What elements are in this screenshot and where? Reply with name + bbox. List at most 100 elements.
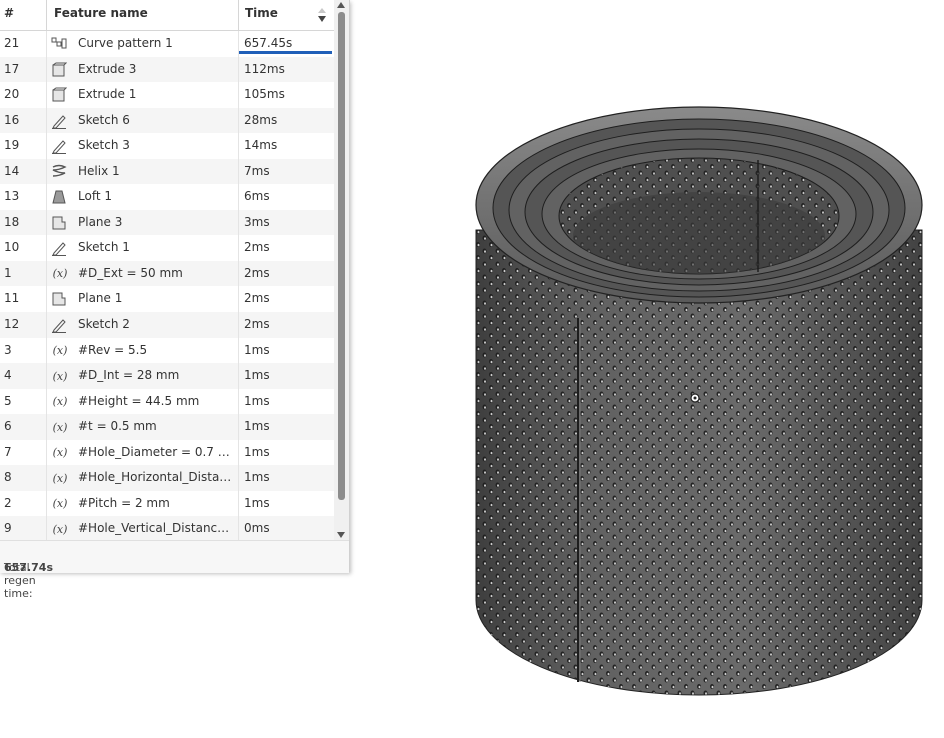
- table-row[interactable]: 17 Extrude 3 112ms: [0, 56, 334, 83]
- table-row[interactable]: 10 Sketch 1 2ms: [0, 235, 334, 261]
- feature-name: Sketch 3: [78, 138, 130, 153]
- feature-time: 1ms: [244, 419, 270, 434]
- row-number: 3: [4, 342, 12, 357]
- row-number: 6: [4, 419, 12, 434]
- graphics-viewport[interactable]: [350, 0, 944, 734]
- feature-time: 28ms: [244, 112, 278, 127]
- feature-time: 1ms: [244, 342, 270, 357]
- column-header-time-label: Time: [245, 6, 278, 20]
- row-number: 18: [4, 214, 20, 229]
- row-number: 1: [4, 265, 12, 280]
- row-number: 16: [4, 112, 20, 127]
- table-row[interactable]: 11 Plane 1 2ms: [0, 286, 334, 313]
- feature-name: Extrude 1: [78, 87, 137, 102]
- curve-pattern-icon: [51, 36, 67, 52]
- variable-icon: (x): [52, 471, 68, 485]
- variable-icon: (x): [52, 344, 68, 358]
- column-header-feature-name[interactable]: Feature name: [46, 0, 238, 30]
- feature-name: Plane 3: [78, 214, 123, 229]
- feature-name: #D_Ext = 50 mm: [78, 265, 183, 280]
- column-header-time[interactable]: Time: [238, 0, 334, 30]
- table-row[interactable]: 14 Helix 1 7ms: [0, 158, 334, 185]
- status-footer: Total regen time: 657.74s: [0, 540, 349, 600]
- table-row[interactable]: 19 Sketch 3 14ms: [0, 133, 334, 159]
- sketch-icon: [51, 113, 67, 129]
- row-number: 7: [4, 444, 12, 459]
- table-row[interactable]: 18 Plane 3 3ms: [0, 209, 334, 236]
- table-row[interactable]: 6 (x) #t = 0.5 mm 1ms: [0, 414, 334, 440]
- feature-name: Plane 1: [78, 291, 123, 306]
- row-number: 2: [4, 495, 12, 510]
- feature-time: 0ms: [244, 521, 270, 536]
- feature-name: #t = 0.5 mm: [78, 419, 157, 434]
- table-row[interactable]: 4 (x) #D_Int = 28 mm 1ms: [0, 363, 334, 389]
- table-header: # Feature name Time: [0, 0, 334, 31]
- feature-table-body: 21 Curve pattern 1 657.45s 17 Extrude 3 112ms…: [0, 31, 334, 542]
- row-number: 4: [4, 368, 12, 383]
- row-number: 21: [4, 36, 20, 50]
- loft-icon: [51, 189, 67, 205]
- variable-icon: (x): [52, 497, 68, 511]
- feature-time: 3ms: [244, 214, 270, 229]
- feature-time: 105ms: [244, 87, 285, 102]
- table-row[interactable]: 5 (x) #Height = 44.5 mm 1ms: [0, 388, 334, 415]
- perforated-spiral-model[interactable]: [350, 0, 944, 734]
- table-row[interactable]: 9 (x) #Hole_Vertical_Distance = ... 0ms: [0, 516, 334, 542]
- extrude-icon: [51, 62, 67, 78]
- feature-name: Extrude 3: [78, 61, 137, 76]
- table-row[interactable]: 21 Curve pattern 1 657.45s: [0, 31, 334, 57]
- table-row[interactable]: 16 Sketch 6 28ms: [0, 107, 334, 134]
- sort-descending-icon[interactable]: [316, 6, 328, 24]
- scrollbar-thumb[interactable]: [338, 12, 345, 500]
- column-header-number[interactable]: #: [4, 0, 44, 30]
- variable-icon: (x): [52, 267, 68, 281]
- table-row[interactable]: 8 (x) #Hole_Horizontal_Distance... 1ms: [0, 465, 334, 491]
- row-number: 20: [4, 87, 20, 102]
- row-number: 17: [4, 61, 20, 76]
- feature-time: 112ms: [244, 61, 285, 76]
- sketch-icon: [51, 240, 67, 257]
- feature-time: 2ms: [244, 240, 270, 255]
- row-number: 11: [4, 291, 20, 306]
- regen-time-panel: # Feature name Time 21 Curve pattern 1 657…: [0, 0, 350, 600]
- feature-name: Helix 1: [78, 163, 120, 178]
- variable-icon: (x): [52, 522, 68, 536]
- feature-name: #Height = 44.5 mm: [78, 393, 200, 408]
- variable-icon: (x): [52, 369, 68, 383]
- feature-time: 1ms: [244, 444, 270, 459]
- sketch-icon: [51, 317, 67, 334]
- feature-time: 6ms: [244, 189, 270, 204]
- table-row[interactable]: 3 (x) #Rev = 5.5 1ms: [0, 337, 334, 364]
- row-number: 5: [4, 393, 12, 408]
- helix-icon: [51, 164, 67, 180]
- feature-time: 2ms: [244, 265, 270, 280]
- plane-icon: [51, 291, 67, 307]
- feature-time: 1ms: [244, 368, 270, 383]
- feature-time: 1ms: [244, 470, 270, 485]
- row-number: 10: [4, 240, 20, 255]
- feature-name: #Rev = 5.5: [78, 342, 148, 357]
- feature-name: #D_Int = 28 mm: [78, 368, 180, 383]
- feature-time: 1ms: [244, 393, 270, 408]
- variable-icon: (x): [52, 446, 68, 460]
- table-row[interactable]: 13 Loft 1 6ms: [0, 184, 334, 210]
- row-number: 8: [4, 470, 12, 485]
- row-number: 9: [4, 521, 12, 536]
- feature-name: Loft 1: [78, 189, 112, 204]
- table-row[interactable]: 1 (x) #D_Ext = 50 mm 2ms: [0, 260, 334, 287]
- time-progress-bar: [239, 51, 332, 54]
- scroll-down-arrow-icon[interactable]: [337, 532, 345, 538]
- scroll-up-arrow-icon[interactable]: [337, 2, 345, 8]
- table-row[interactable]: 7 (x) #Hole_Diameter = 0.7 mm 1ms: [0, 439, 334, 466]
- table-row[interactable]: 12 Sketch 2 2ms: [0, 312, 334, 338]
- total-regen-value: 657.74s: [4, 561, 53, 574]
- variable-icon: (x): [52, 420, 68, 434]
- row-number: 12: [4, 317, 20, 332]
- table-row[interactable]: 2 (x) #Pitch = 2 mm 1ms: [0, 490, 334, 517]
- row-number: 14: [4, 163, 20, 178]
- table-row[interactable]: 20 Extrude 1 105ms: [0, 82, 334, 108]
- vertical-scrollbar[interactable]: [334, 0, 349, 540]
- row-number: 13: [4, 189, 20, 204]
- feature-name: Sketch 6: [78, 112, 130, 127]
- feature-name: #Hole_Horizontal_Distance...: [78, 470, 234, 485]
